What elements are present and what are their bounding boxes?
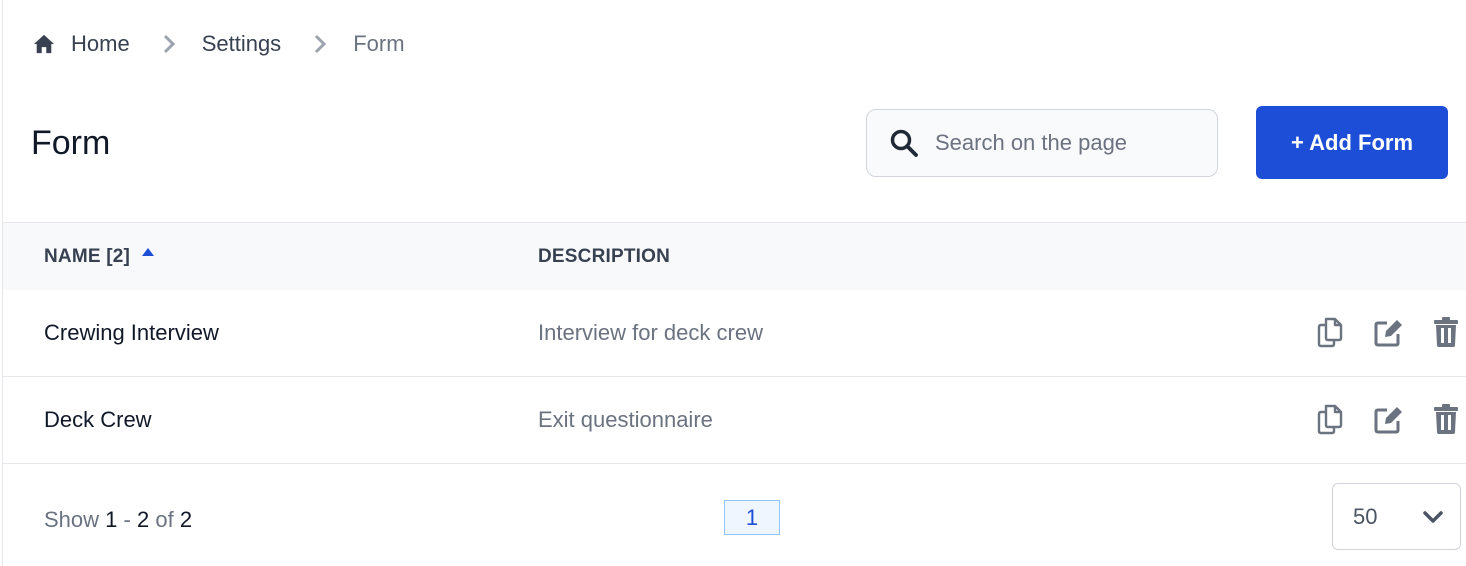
page: Home Settings Form Form + Add Form NAME … xyxy=(2,0,1466,566)
forms-table: NAME [2] DESCRIPTION Crewing Interview I… xyxy=(3,222,1466,464)
breadcrumb-settings[interactable]: Settings xyxy=(202,31,282,57)
search-icon xyxy=(890,129,918,157)
table-header: NAME [2] DESCRIPTION xyxy=(3,222,1466,290)
copy-button[interactable] xyxy=(1315,403,1345,435)
pagination-summary: Show 1 - 2 of 2 xyxy=(44,507,192,533)
edit-button[interactable] xyxy=(1373,316,1403,348)
form-description: Exit questionnaire xyxy=(538,407,713,432)
copy-icon xyxy=(1317,404,1343,435)
edit-button[interactable] xyxy=(1373,403,1403,435)
range-end: 2 xyxy=(137,507,150,532)
search-box[interactable] xyxy=(866,109,1218,177)
chevron-right-icon xyxy=(315,34,327,54)
copy-icon xyxy=(1317,317,1343,348)
total-count: 2 xyxy=(179,507,193,532)
table-row[interactable]: Crewing Interview Interview for deck cre… xyxy=(3,290,1466,377)
breadcrumb-home[interactable]: Home xyxy=(33,31,130,57)
trash-icon xyxy=(1434,317,1458,347)
column-header-name[interactable]: NAME [2] xyxy=(44,245,155,268)
edit-icon xyxy=(1374,407,1402,434)
per-page-value: 50 xyxy=(1353,503,1378,529)
table-row[interactable]: Deck Crew Exit questionnaire xyxy=(3,377,1466,464)
form-name[interactable]: Deck Crew xyxy=(44,407,152,433)
page-title: Form xyxy=(31,124,111,162)
form-description: Interview for deck crew xyxy=(538,320,763,345)
column-header-description-label: DESCRIPTION xyxy=(538,245,671,267)
row-actions xyxy=(1287,403,1461,435)
show-label: Show xyxy=(44,507,100,532)
copy-button[interactable] xyxy=(1315,316,1345,348)
of-label: of xyxy=(155,507,174,532)
add-form-button[interactable]: + Add Form xyxy=(1256,106,1448,179)
sort-ascending-icon xyxy=(142,247,155,256)
range-separator: - xyxy=(123,507,131,532)
page-button-current[interactable]: 1 xyxy=(724,500,780,535)
breadcrumb: Home Settings Form xyxy=(33,28,405,60)
chevron-down-icon xyxy=(1423,511,1443,523)
delete-button[interactable] xyxy=(1431,316,1461,348)
breadcrumb-current: Form xyxy=(353,31,404,57)
form-name[interactable]: Crewing Interview xyxy=(44,320,219,346)
row-actions xyxy=(1287,316,1461,348)
trash-icon xyxy=(1434,404,1458,434)
search-input[interactable] xyxy=(935,130,1195,156)
breadcrumb-settings-label: Settings xyxy=(201,31,282,56)
delete-button[interactable] xyxy=(1431,403,1461,435)
per-page-select[interactable]: 50 xyxy=(1332,483,1461,550)
edit-icon xyxy=(1374,320,1402,347)
column-header-description: DESCRIPTION xyxy=(538,246,670,268)
breadcrumb-home-label: Home xyxy=(71,31,130,56)
breadcrumb-current-label: Form xyxy=(353,31,405,56)
table-footer: Show 1 - 2 of 2 1 50 xyxy=(3,465,1466,566)
home-icon xyxy=(34,34,54,54)
chevron-right-icon xyxy=(163,34,175,54)
column-header-name-label: NAME [2] xyxy=(44,245,131,267)
range-start: 1 xyxy=(105,507,118,532)
